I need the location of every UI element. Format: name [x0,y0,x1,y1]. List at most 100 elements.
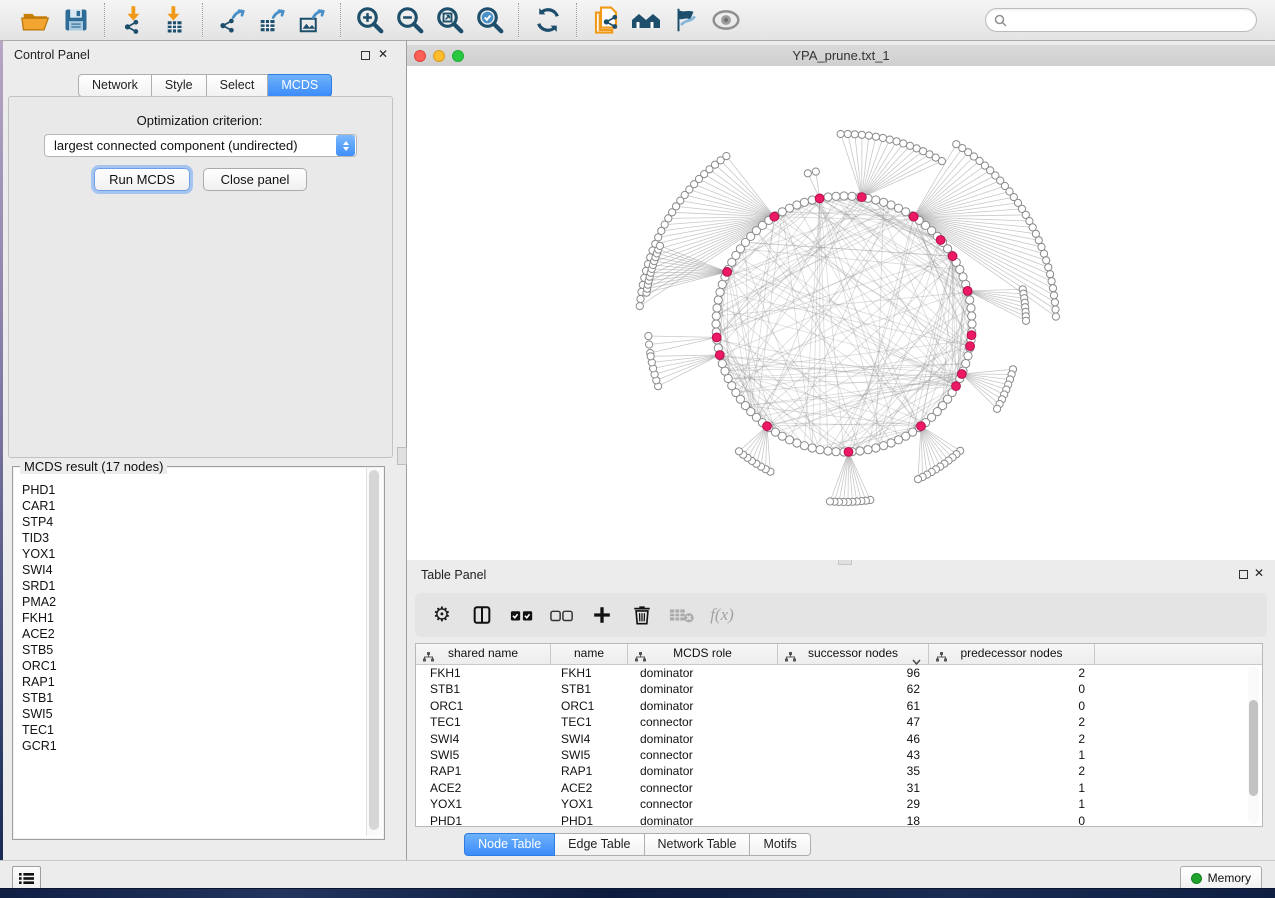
open-session-icon[interactable] [20,4,52,36]
control-panel-close-icon[interactable]: ✕ [378,50,388,59]
search-input[interactable] [1012,12,1248,28]
table-row[interactable]: YOX1YOX1connector291 [416,796,1262,812]
table-row[interactable]: FKH1FKH1dominator962 [416,665,1262,681]
column-header-successor-nodes[interactable]: successor nodes [778,644,929,664]
cell-MCDS-role: dominator [628,763,778,779]
mcds-result-item[interactable]: RAP1 [22,674,370,690]
column-header-shared-name[interactable]: shared name [416,644,551,664]
table-row[interactable]: STB1STB1dominator620 [416,681,1262,697]
table-scrollbar[interactable] [1248,666,1259,824]
export-network-icon[interactable] [216,4,248,36]
column-header-name[interactable]: name [551,644,628,664]
mcds-result-title: MCDS result (17 nodes) [20,459,167,474]
show-columns-icon[interactable] [469,602,495,628]
table-settings-icon[interactable]: ⚙ [429,602,455,628]
select-all-icon[interactable] [509,602,535,628]
zoom-in-icon[interactable] [354,4,386,36]
cell-shared-name: FKH1 [416,665,551,681]
tab-style[interactable]: Style [152,74,207,97]
mcds-result-item[interactable]: STP4 [22,514,370,530]
refresh-view-icon[interactable] [532,4,564,36]
table-row[interactable]: ORC1ORC1dominator610 [416,698,1262,714]
mcds-result-item[interactable]: TEC1 [22,722,370,738]
zoom-selected-icon[interactable] [474,4,506,36]
column-header-MCDS-role[interactable]: MCDS role [628,644,778,664]
table-row[interactable]: SWI5SWI5connector431 [416,747,1262,763]
main-toolbar [0,0,1275,41]
mcds-result-item[interactable]: ORC1 [22,658,370,674]
tab-network-table[interactable]: Network Table [645,833,751,856]
export-table-icon[interactable] [256,4,288,36]
run-mcds-button[interactable]: Run MCDS [94,168,190,191]
cell-name: SWI5 [551,747,628,763]
tab-network[interactable]: Network [78,74,152,97]
mcds-result-item[interactable]: CAR1 [22,498,370,514]
deselect-all-icon[interactable] [549,602,575,628]
tab-motifs[interactable]: Motifs [750,833,810,856]
table-row[interactable]: RAP1RAP1dominator352 [416,763,1262,779]
zoom-fit-icon[interactable] [434,4,466,36]
delete-column-icon[interactable] [629,602,655,628]
mcds-result-item[interactable]: PMA2 [22,594,370,610]
table-header-row: shared namenameMCDS rolesuccessor nodesp… [416,644,1262,665]
mcds-result-item[interactable]: TID3 [22,530,370,546]
search-box[interactable] [985,8,1257,32]
tab-select[interactable]: Select [207,74,269,97]
memory-button[interactable]: Memory [1180,866,1262,890]
mcds-result-item[interactable]: ACE2 [22,626,370,642]
network-view-canvas[interactable] [407,66,1275,560]
cell-predecessor-nodes: 0 [929,813,1095,829]
save-session-icon[interactable] [60,4,92,36]
cell-MCDS-role: connector [628,747,778,763]
mcds-result-item[interactable]: STB1 [22,690,370,706]
mcds-result-item[interactable]: SWI4 [22,562,370,578]
table-row[interactable]: PHD1PHD1dominator180 [416,813,1262,829]
table-row[interactable]: TEC1TEC1connector472 [416,714,1262,730]
optimization-criterion-dropdown[interactable]: largest connected component (undirected) [44,134,357,157]
cell-MCDS-role: dominator [628,813,778,829]
add-column-icon[interactable] [589,602,615,628]
cell-successor-nodes: 31 [778,780,929,796]
cell-name: STB1 [551,681,628,697]
table-row[interactable]: SWI4SWI4dominator462 [416,731,1262,747]
cell-successor-nodes: 46 [778,731,929,747]
cell-MCDS-role: connector [628,796,778,812]
table-panel-close-icon[interactable]: ✕ [1254,569,1264,578]
table-panel-float-icon[interactable] [1239,570,1248,579]
mcds-result-item[interactable]: FKH1 [22,610,370,626]
mcds-result-item[interactable]: SRD1 [22,578,370,594]
control-panel-float-icon[interactable] [361,51,370,60]
show-details-icon[interactable] [710,4,742,36]
tab-node-table[interactable]: Node Table [464,833,555,856]
mcds-result-item[interactable]: PHD1 [22,482,370,498]
import-table-icon[interactable] [158,4,190,36]
export-image-icon[interactable] [296,4,328,36]
first-neighbors-icon[interactable] [630,4,662,36]
network-graph[interactable] [407,66,1275,560]
cell-successor-nodes: 29 [778,796,929,812]
table-row[interactable]: ACE2ACE2connector311 [416,780,1262,796]
import-network-icon[interactable] [118,4,150,36]
mcds-result-item[interactable]: STB5 [22,642,370,658]
tab-mcds[interactable]: MCDS [268,74,332,97]
hide-details-icon[interactable] [670,4,702,36]
cell-successor-nodes: 61 [778,698,929,714]
mcds-result-item[interactable]: YOX1 [22,546,370,562]
mcds-result-item[interactable]: SWI5 [22,706,370,722]
clone-network-icon[interactable] [590,4,622,36]
cell-name: RAP1 [551,763,628,779]
mcds-result-item[interactable]: GCR1 [22,738,370,754]
column-header-predecessor-nodes[interactable]: predecessor nodes [929,644,1095,664]
tab-edge-table[interactable]: Edge Table [555,833,644,856]
node-table: shared namenameMCDS rolesuccessor nodesp… [415,643,1263,827]
search-icon [994,14,1007,27]
mcds-result-list[interactable]: PHD1CAR1STP4TID3YOX1SWI4SRD1PMA2FKH1ACE2… [14,482,370,834]
cell-predecessor-nodes: 1 [929,747,1095,763]
table-panel-tab-row: Node TableEdge TableNetwork TableMotifs [0,833,1275,856]
vertical-splitter-handle[interactable] [397,447,407,465]
zoom-out-icon[interactable] [394,4,426,36]
cell-successor-nodes: 18 [778,813,929,829]
mcds-list-scrollbar[interactable] [366,468,382,836]
list-icon [19,872,34,885]
close-panel-button[interactable]: Close panel [203,168,307,191]
